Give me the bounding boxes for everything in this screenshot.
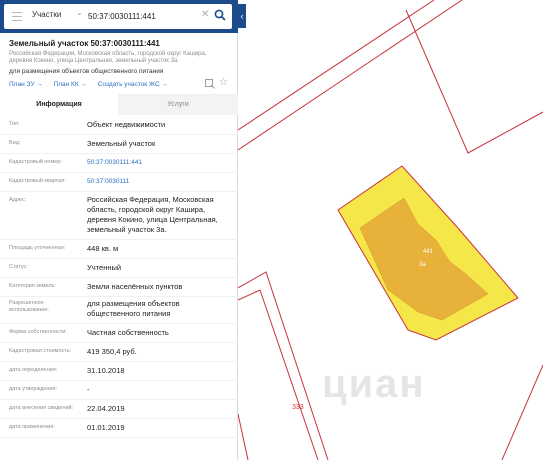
attribute-value: Земли населённых пунктов — [87, 282, 183, 291]
search-input[interactable] — [88, 9, 198, 24]
attribute-key: дата определения: — [9, 367, 58, 373]
attribute-value: Учтенный — [87, 263, 122, 272]
attribute-row: Статус: Учтенный — [0, 259, 238, 278]
attribute-key: Разрешенное использование: — [9, 300, 49, 313]
parcel-number-label: 441 — [423, 249, 434, 255]
attribute-key: Категория земель: — [9, 283, 57, 289]
info-panel: Участки ⌄ ✕ Земельный участок 50:37:0030… — [0, 0, 238, 460]
attribute-value: 419 350,4 руб. — [87, 347, 137, 356]
map-view[interactable]: 441 3а 333 циан — [238, 0, 543, 460]
address-summary: Российская Федерация, Московская область… — [9, 51, 207, 64]
boundary-line — [238, 413, 249, 460]
tab-bar: Информация Услуги — [0, 94, 238, 115]
attribute-value: Российская Федерация, Московская область… — [87, 195, 218, 234]
attribute-value: Земельный участок — [87, 139, 156, 148]
plan-zu-link[interactable]: План ЗУ → — [9, 81, 43, 88]
search-bar: Участки ⌄ ✕ — [0, 0, 238, 33]
layer-select[interactable]: Участки — [32, 10, 61, 19]
close-icon[interactable]: ✕ — [201, 9, 209, 20]
create-parcel-link[interactable]: Создать участок ЖС → — [98, 81, 168, 88]
attribute-key: дата применения: — [9, 424, 55, 430]
attribute-row: Кадастровый номер: 50:37:0030111:441 — [0, 154, 238, 173]
attribute-row: Разрешенное использование: для размещени… — [0, 297, 238, 324]
zoom-to-icon[interactable] — [205, 79, 215, 89]
boundary-line — [238, 0, 435, 131]
page-title: Земельный участок 50:37:0030111:441 — [9, 39, 160, 48]
chevron-down-icon[interactable]: ⌄ — [76, 8, 83, 17]
watermark-logo: циан — [322, 362, 426, 406]
parcel-address-label: 3а — [419, 262, 426, 268]
attribute-key: дата утверждения: — [9, 386, 58, 392]
attribute-row: дата определения: 31.10.2018 — [0, 362, 238, 381]
attribute-row: Категория земель: Земли населённых пункт… — [0, 278, 238, 297]
attribute-value: Объект недвижимости — [87, 120, 166, 129]
neighbor-parcel-label: 333 — [292, 404, 304, 411]
cadastral-number-link[interactable]: 50:37:0030111:441 — [87, 158, 232, 168]
attribute-key: Форма собственности: — [9, 329, 67, 335]
attribute-row: Вид: Земельный участок — [0, 135, 238, 154]
attribute-row: Тип: Объект недвижимости — [0, 116, 238, 135]
attribute-row: Адрес: Российская Федерация, Московская … — [0, 192, 238, 240]
menu-icon[interactable] — [12, 12, 22, 21]
action-links: План ЗУ → План КК → Создать участок ЖС → — [9, 81, 177, 88]
plan-kk-link[interactable]: План КК → — [54, 81, 87, 88]
attribute-value: Частная собственность — [87, 328, 169, 337]
attribute-value: 31.10.2018 — [87, 366, 125, 375]
attribute-key: Площадь уточненная: — [9, 245, 66, 251]
attribute-key: Статус: — [9, 264, 28, 270]
cadastral-quarter-link[interactable]: 50:37:0030111 — [87, 177, 232, 187]
attribute-row: Кадастровый квартал: 50:37:0030111 — [0, 173, 238, 192]
attribute-row: дата применения: 01.01.2019 — [0, 419, 238, 438]
attribute-key: Вид: — [9, 140, 21, 146]
star-icon[interactable]: ☆ — [219, 78, 228, 88]
attribute-key: Кадастровый квартал: — [9, 178, 66, 184]
boundary-line — [405, 9, 543, 154]
tab-services[interactable]: Услуги — [118, 94, 238, 115]
attribute-key: Адрес: — [9, 197, 27, 203]
boundary-line — [501, 364, 543, 460]
attribute-value: 01.01.2019 — [87, 423, 125, 432]
purpose-text: для размещения объектов общественного пи… — [9, 68, 164, 75]
attribute-row: Кадастровая стоимость: 419 350,4 руб. — [0, 343, 238, 362]
boundary-line — [238, 0, 463, 151]
attribute-value: 22.04.2019 — [87, 404, 125, 413]
boundary-line — [238, 271, 329, 460]
attribute-row: дата утверждения: - — [0, 381, 238, 400]
chevron-left-icon: ‹ — [240, 11, 244, 21]
tab-info[interactable]: Информация — [0, 94, 118, 115]
boundary-line — [238, 289, 319, 460]
attribute-key: Тип: — [9, 121, 20, 127]
attribute-value: для размещения объектов общественного пи… — [87, 299, 180, 318]
attribute-key: Кадастровый номер: — [9, 159, 62, 165]
attribute-value: - — [87, 385, 90, 394]
attribute-value: 448 кв. м — [87, 244, 119, 253]
search-icon[interactable] — [214, 9, 226, 21]
attribute-row: Площадь уточненная: 448 кв. м — [0, 240, 238, 259]
attribute-row: Форма собственности: Частная собственнос… — [0, 324, 238, 343]
search-box: Участки ⌄ ✕ — [4, 4, 232, 29]
attribute-row: дата внесения сведений: 22.04.2019 — [0, 400, 238, 419]
attribute-key: дата внесения сведений: — [9, 405, 74, 411]
attribute-key: Кадастровая стоимость: — [9, 348, 72, 354]
collapse-panel-button[interactable]: ‹ — [238, 4, 246, 28]
